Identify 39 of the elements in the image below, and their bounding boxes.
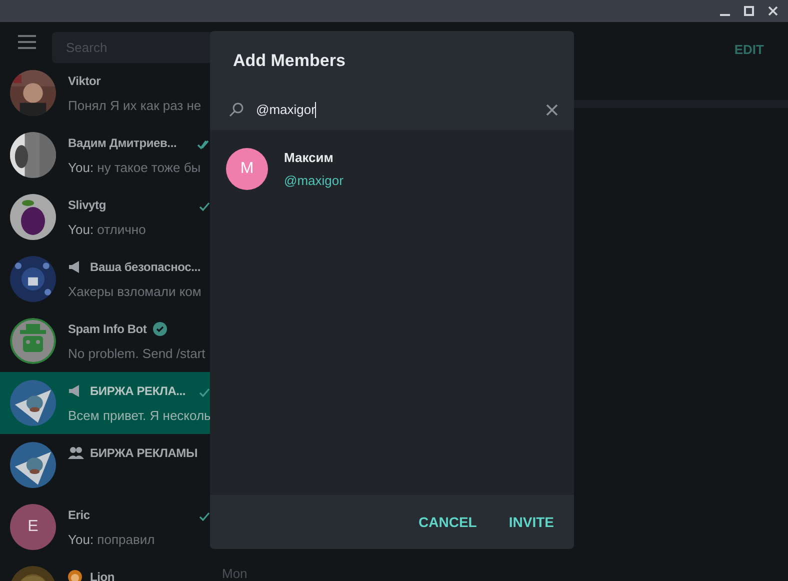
chat-row[interactable]: Lion Mon (0, 558, 260, 581)
chat-name: Spam Info Bot (68, 321, 147, 338)
maximize-icon[interactable] (744, 6, 754, 16)
contact-name: Максим (284, 148, 334, 166)
chat-row[interactable]: Ваша безопаснос... Хакеры взломали ком (0, 248, 260, 310)
robot-icon (10, 318, 56, 364)
chat-name: Slivytg (68, 197, 106, 214)
group-icon (68, 446, 84, 460)
message-preview: Всем привет. Я несколь (68, 407, 211, 425)
chat-name: БИРЖА РЕКЛАМЫ (90, 445, 198, 462)
chat-row[interactable]: БИРЖА РЕКЛАМЫ (0, 434, 260, 496)
message-preview: Хакеры взломали ком (68, 283, 202, 301)
search-icon (229, 102, 244, 117)
cancel-button[interactable]: CANCEL (418, 508, 477, 536)
clear-icon[interactable] (546, 104, 558, 116)
lion-icon (68, 570, 84, 581)
chat-name: Вадим Дмитриев... (68, 135, 177, 152)
message-preview: You: ну такое тоже бы (68, 159, 201, 177)
search-text: @maxigor (256, 100, 316, 119)
chat-name: БИРЖА РЕКЛА... (90, 383, 186, 400)
chat-row[interactable]: E Eric You: поправил (0, 496, 260, 558)
invite-button[interactable]: INVITE (508, 508, 554, 536)
message-preview: No problem. Send /start (68, 345, 206, 363)
avatar: E (10, 504, 56, 550)
chat-name: Lion (90, 569, 115, 581)
message-preview: Понял Я их как раз не (68, 97, 202, 115)
contact-username: @maxigor (284, 172, 344, 190)
chat-name: Viktor (68, 73, 101, 90)
chat-name: Ваша безопаснос... (90, 259, 201, 276)
member-search-field[interactable]: @maxigor (210, 89, 574, 130)
chat-date: Mon (222, 565, 248, 581)
chat-name: Eric (68, 507, 90, 524)
plum-icon (10, 194, 56, 240)
chat-row[interactable]: Spam Info Bot No problem. Send /start (0, 310, 260, 372)
message-preview: You: отлично (68, 221, 146, 239)
close-icon[interactable] (768, 6, 778, 16)
avatar: M (226, 148, 268, 190)
menu-icon[interactable] (18, 35, 36, 49)
message-preview: You: поправил (68, 531, 155, 549)
